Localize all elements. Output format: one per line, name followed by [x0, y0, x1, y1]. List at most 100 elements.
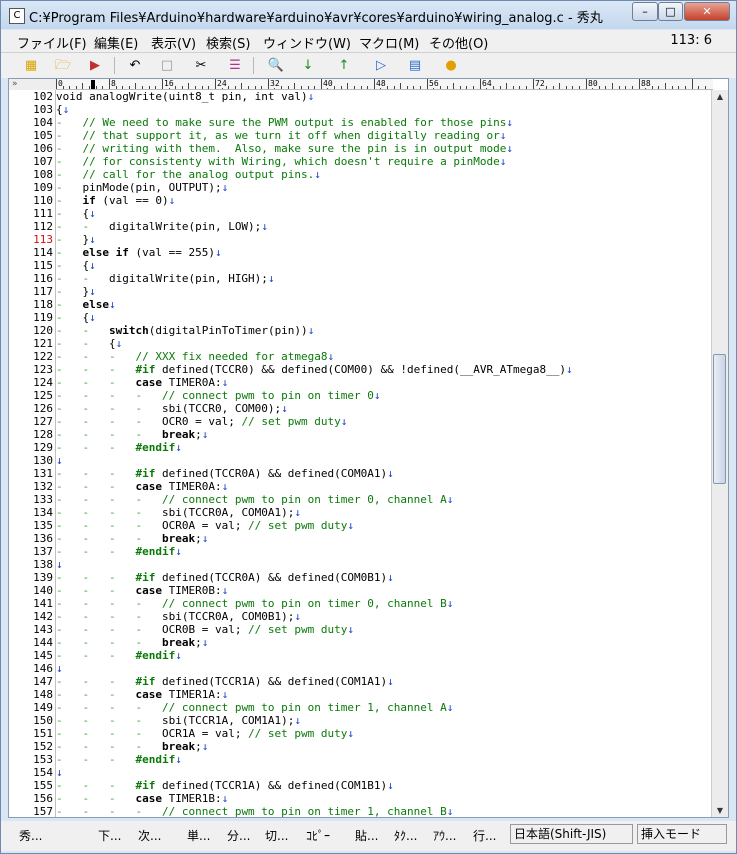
code-line[interactable]: 112- - digitalWrite(pin, LOW);↓ [9, 220, 713, 233]
title-bar[interactable]: C C:¥Program Files¥Arduino¥hardware¥ardu… [1, 1, 736, 29]
code-line[interactable]: 151- - - - OCR1A = val; // set pwm duty↓ [9, 727, 713, 740]
code-line[interactable]: 111- {↓ [9, 207, 713, 220]
menu-other[interactable]: その他(O) [429, 33, 488, 52]
code-line[interactable]: 152- - - - break;↓ [9, 740, 713, 753]
code-line[interactable]: 153- - - #endif↓ [9, 753, 713, 766]
code-line[interactable]: 115- {↓ [9, 259, 713, 272]
help-icon[interactable]: ● [441, 56, 461, 76]
code-line[interactable]: 109- pinMode(pin, OUTPUT);↓ [9, 181, 713, 194]
code-line[interactable]: 156- - - case TIMER1B:↓ [9, 792, 713, 805]
code-line[interactable]: 138 ↓ [9, 558, 713, 571]
redo-icon[interactable]: □ [157, 56, 177, 76]
code-line[interactable]: 146 ↓ [9, 662, 713, 675]
fkey-11[interactable]: 行... [473, 827, 496, 844]
code-line[interactable]: 106- // writing with them. Also, make su… [9, 142, 713, 155]
text-editor[interactable]: » 0 8 16 24 32 40 48 56 64 72 80 88 102 void analogW… [8, 78, 729, 818]
fkey-2[interactable]: 下... [98, 827, 121, 844]
search-up-icon[interactable]: ↑ [334, 56, 354, 76]
search-down-icon[interactable]: ↓ [298, 56, 318, 76]
minimize-button[interactable]: – [632, 2, 658, 21]
code-line[interactable]: 108- // call for the analog output pins.… [9, 168, 713, 181]
code-line[interactable]: 107- // for consistenty with Wiring, whi… [9, 155, 713, 168]
fkey-8[interactable]: 貼... [355, 827, 378, 844]
code-line[interactable]: 121- - {↓ [9, 337, 713, 350]
code-line[interactable]: 119- {↓ [9, 311, 713, 324]
code-line[interactable]: 120- - switch(digitalPinToTimer(pin))↓ [9, 324, 713, 337]
new-file-icon[interactable]: ▦ [21, 56, 41, 76]
code-line[interactable]: 133- - - - // connect pwm to pin on time… [9, 493, 713, 506]
code-line[interactable]: 117- }↓ [9, 285, 713, 298]
code-line[interactable]: 134- - - - sbi(TCCR0A, COM0A1);↓ [9, 506, 713, 519]
code-line[interactable]: 114- else if (val == 255)↓ [9, 246, 713, 259]
menu-file[interactable]: ファイル(F) [17, 33, 87, 52]
code-line[interactable]: 131- - - #if defined(TCCR0A) && defined(… [9, 467, 713, 480]
scroll-thumb[interactable] [713, 354, 726, 484]
menu-view[interactable]: 表示(V) [151, 33, 196, 52]
menu-macro[interactable]: マクロ(M) [359, 33, 419, 52]
code-line[interactable]: 141- - - - // connect pwm to pin on time… [9, 597, 713, 610]
code-line[interactable]: 103 {↓ [9, 103, 713, 116]
jump-icon[interactable]: ▷ [371, 56, 391, 76]
code-line[interactable]: 129- - - #endif↓ [9, 441, 713, 454]
code-line[interactable]: 157- - - - // connect pwm to pin on time… [9, 805, 713, 817]
scroll-up-icon[interactable]: ▲ [714, 90, 726, 104]
search-icon[interactable]: 🔍 [266, 56, 286, 76]
code-line[interactable]: 154 ↓ [9, 766, 713, 779]
code-line[interactable]: 126- - - - sbi(TCCR0, COM00);↓ [9, 402, 713, 415]
code-line[interactable]: 105- // that support it, as we turn it o… [9, 129, 713, 142]
code-line[interactable]: 116- - digitalWrite(pin, HIGH);↓ [9, 272, 713, 285]
maximize-button[interactable]: □ [658, 2, 683, 21]
undo-icon[interactable]: ↶ [125, 56, 145, 76]
code-line[interactable]: 139- - - #if defined(TCCR0A) && defined(… [9, 571, 713, 584]
insert-mode-indicator[interactable]: 挿入モード [637, 824, 727, 844]
fkey-7[interactable]: ｺﾋﾟｰ [306, 827, 330, 844]
code-line[interactable]: 136- - - - break;↓ [9, 532, 713, 545]
code-line[interactable]: 150- - - - sbi(TCCR1A, COM1A1);↓ [9, 714, 713, 727]
code-line[interactable]: 104- // We need to make sure the PWM out… [9, 116, 713, 129]
code-line[interactable]: 142- - - - sbi(TCCR0A, COM0B1);↓ [9, 610, 713, 623]
fkey-4[interactable]: 単... [187, 827, 210, 844]
fkey-6[interactable]: 切... [265, 827, 288, 844]
code-line[interactable]: 140- - - case TIMER0B:↓ [9, 584, 713, 597]
menu-window[interactable]: ウィンドウ(W) [263, 33, 351, 52]
code-line[interactable]: 128- - - - break;↓ [9, 428, 713, 441]
fkey-5[interactable]: 分... [227, 827, 250, 844]
code-line[interactable]: 132- - - case TIMER0A:↓ [9, 480, 713, 493]
code-line[interactable]: 110- if (val == 0)↓ [9, 194, 713, 207]
code-line[interactable]: 148- - - case TIMER1A:↓ [9, 688, 713, 701]
fkey-10[interactable]: ｱｳ... [433, 827, 456, 844]
document-icon[interactable]: C [9, 8, 25, 24]
code-line[interactable]: 125- - - - // connect pwm to pin on time… [9, 389, 713, 402]
code-line[interactable]: 143- - - - OCR0B = val; // set pwm duty↓ [9, 623, 713, 636]
menu-search[interactable]: 検索(S) [206, 33, 250, 52]
code-line[interactable]: 113- }↓ [9, 233, 713, 246]
code-line[interactable]: 144- - - - break;↓ [9, 636, 713, 649]
copy-icon[interactable]: ☰ [225, 56, 245, 76]
code-line[interactable]: 147- - - #if defined(TCCR1A) && defined(… [9, 675, 713, 688]
code-line[interactable]: 135- - - - OCR0A = val; // set pwm duty↓ [9, 519, 713, 532]
code-line[interactable]: 123- - - #if defined(TCCR0) && defined(C… [9, 363, 713, 376]
split-window-icon[interactable]: ▤ [405, 56, 425, 76]
code-line[interactable]: 145- - - #endif↓ [9, 649, 713, 662]
scroll-down-icon[interactable]: ▼ [714, 804, 726, 817]
code-line[interactable]: 122- - - // XXX fix needed for atmega8↓ [9, 350, 713, 363]
close-button[interactable]: ✕ [684, 2, 730, 21]
code-line[interactable]: 155- - - #if defined(TCCR1A) && defined(… [9, 779, 713, 792]
fkey-9[interactable]: ﾀｸ... [394, 827, 417, 844]
save-icon[interactable]: ▶ [85, 56, 105, 76]
code-line[interactable]: 149- - - - // connect pwm to pin on time… [9, 701, 713, 714]
fkey-1[interactable]: 秀... [19, 827, 42, 844]
encoding-indicator[interactable]: 日本語(Shift-JIS) [510, 824, 633, 844]
code-line[interactable]: 102 void analogWrite(uint8_t pin, int val… [9, 90, 713, 103]
code-line[interactable]: 137- - - #endif↓ [9, 545, 713, 558]
cut-icon[interactable]: ✂ [191, 56, 211, 76]
column-ruler[interactable]: 0 8 16 24 32 40 48 56 64 72 80 88 [56, 79, 713, 90]
fkey-3[interactable]: 次... [138, 827, 161, 844]
code-line[interactable]: 127- - - - OCR0 = val; // set pwm duty↓ [9, 415, 713, 428]
open-folder-icon[interactable]: 🗁 [53, 56, 73, 76]
code-line[interactable]: 118- else↓ [9, 298, 713, 311]
menu-edit[interactable]: 編集(E) [94, 33, 138, 52]
vertical-scrollbar[interactable]: ▲ ▼ [711, 90, 728, 817]
code-line[interactable]: 130 ↓ [9, 454, 713, 467]
code-line[interactable]: 124- - - case TIMER0A:↓ [9, 376, 713, 389]
